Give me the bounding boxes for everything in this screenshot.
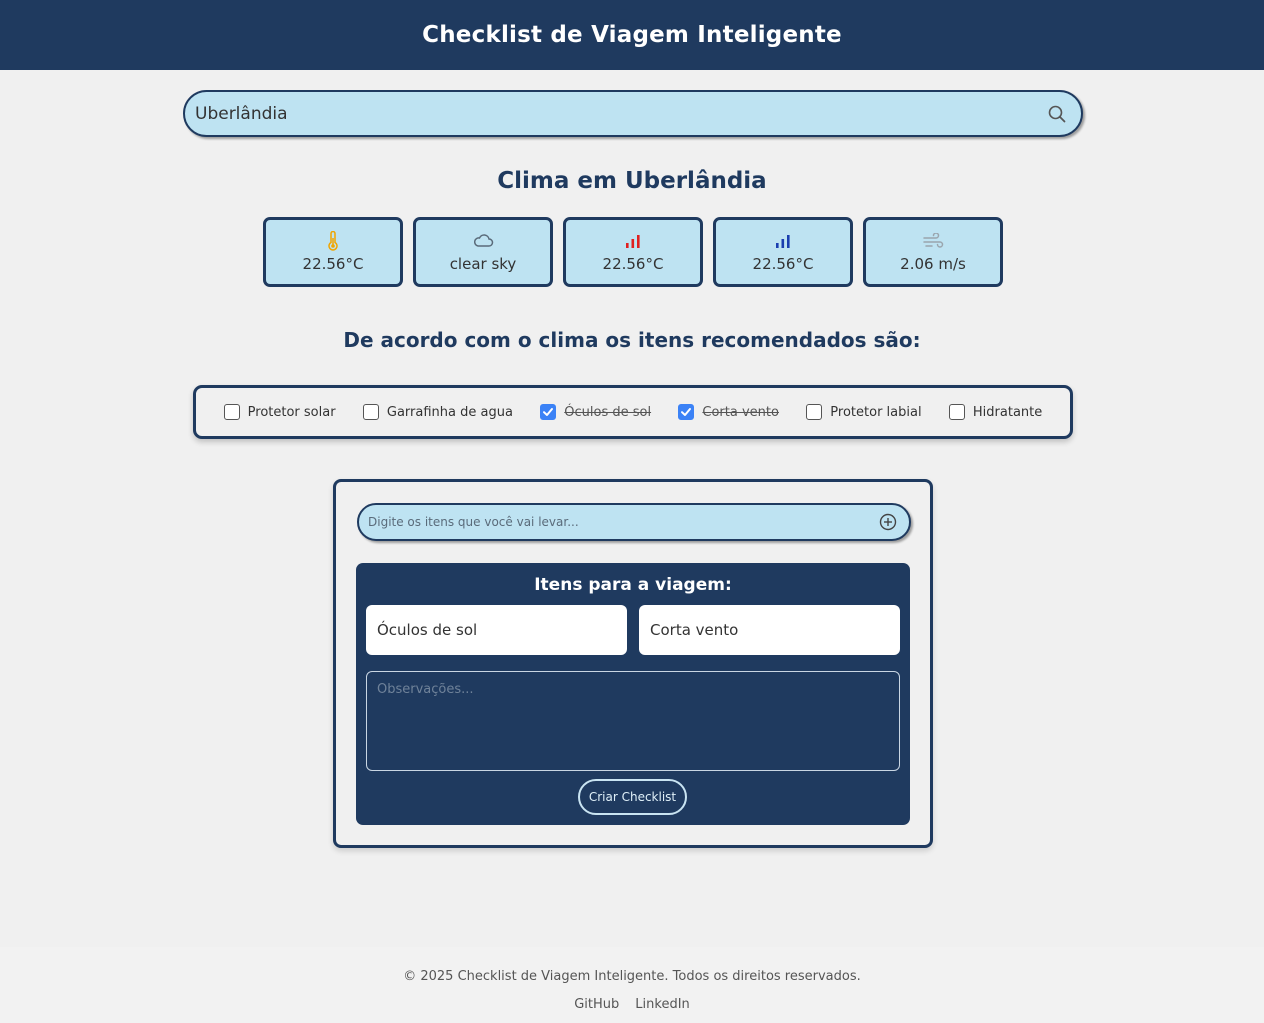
max-temperature-value: 22.56°C: [602, 255, 664, 273]
item-input-bar: [357, 503, 911, 541]
trip-item[interactable]: Corta vento: [639, 605, 900, 655]
weather-card-condition: clear sky: [413, 217, 553, 287]
weather-card-temperature: 22.56°C: [263, 217, 403, 287]
plus-circle-icon[interactable]: [879, 513, 897, 531]
recommendation-item-hidratante[interactable]: Hidratante: [948, 404, 1043, 420]
signal-high-icon: [625, 231, 641, 251]
checkbox[interactable]: [362, 404, 379, 420]
recommendation-label: Garrafinha de agua: [386, 404, 513, 420]
weather-title: Clima em Uberlândia: [497, 168, 767, 194]
wind-speed-value: 2.06 m/s: [900, 255, 966, 273]
footer-links: GitHub LinkedIn: [0, 997, 1264, 1012]
create-checklist-button[interactable]: Criar Checklist: [578, 779, 687, 815]
city-search-bar: [183, 90, 1083, 137]
trip-items-card: Itens para a viagem: Óculos de sol Corta…: [356, 563, 910, 825]
recommendation-item-corta-vento[interactable]: Corta vento: [678, 404, 779, 420]
weather-cards: 22.56°C clear sky 22.56°C 22.56°C 2.06 m…: [263, 217, 1003, 287]
city-search-input[interactable]: [195, 103, 1045, 124]
item-input[interactable]: [368, 515, 879, 529]
checklist-panel: Itens para a viagem: Óculos de sol Corta…: [333, 479, 933, 848]
weather-card-wind: 2.06 m/s: [863, 217, 1003, 287]
trip-items-title: Itens para a viagem:: [534, 575, 732, 595]
notes-textarea[interactable]: [366, 671, 900, 771]
trip-item[interactable]: Óculos de sol: [366, 605, 627, 655]
condition-value: clear sky: [449, 255, 517, 273]
recommendations-title: De acordo com o clima os itens recomenda…: [343, 328, 921, 352]
copyright-text: © 2025 Checklist de Viagem Inteligente. …: [403, 969, 861, 984]
footer: © 2025 Checklist de Viagem Inteligente. …: [0, 947, 1264, 1023]
weather-card-max: 22.56°C: [563, 217, 703, 287]
recommendation-label: Hidratante: [972, 404, 1043, 420]
recommendation-label: Óculos de sol: [564, 404, 652, 420]
linkedin-link[interactable]: LinkedIn: [635, 997, 689, 1012]
recommendation-label: Corta vento: [702, 404, 779, 420]
github-link[interactable]: GitHub: [574, 997, 619, 1012]
thermometer-icon: [327, 231, 339, 251]
wind-icon: [922, 231, 944, 251]
recommendation-item-protetor-labial[interactable]: Protetor labial: [806, 404, 922, 420]
temperature-value: 22.56°C: [302, 255, 364, 273]
min-temperature-value: 22.56°C: [752, 255, 814, 273]
recommendations-list: Protetor solar Garrafinha de agua Óculos…: [193, 385, 1073, 439]
app-header: Checklist de Viagem Inteligente: [0, 0, 1264, 70]
signal-low-icon: [775, 231, 791, 251]
trip-items-list: Óculos de sol Corta vento: [366, 605, 900, 655]
recommendation-label: Protetor labial: [830, 404, 922, 420]
checkbox-checked[interactable]: [540, 404, 557, 420]
cloud-icon: [472, 231, 494, 251]
checkbox[interactable]: [223, 404, 240, 420]
search-icon[interactable]: [1045, 102, 1069, 126]
checkbox[interactable]: [948, 404, 965, 420]
checkbox-checked[interactable]: [678, 404, 695, 420]
recommendation-item-oculos[interactable]: Óculos de sol: [540, 404, 651, 420]
weather-card-min: 22.56°C: [713, 217, 853, 287]
recommendation-item-garrafinha[interactable]: Garrafinha de agua: [362, 404, 513, 420]
recommendation-label: Protetor solar: [247, 404, 336, 420]
app-title: Checklist de Viagem Inteligente: [422, 22, 842, 48]
recommendation-item-protetor-solar[interactable]: Protetor solar: [223, 404, 336, 420]
checkbox[interactable]: [806, 404, 823, 420]
